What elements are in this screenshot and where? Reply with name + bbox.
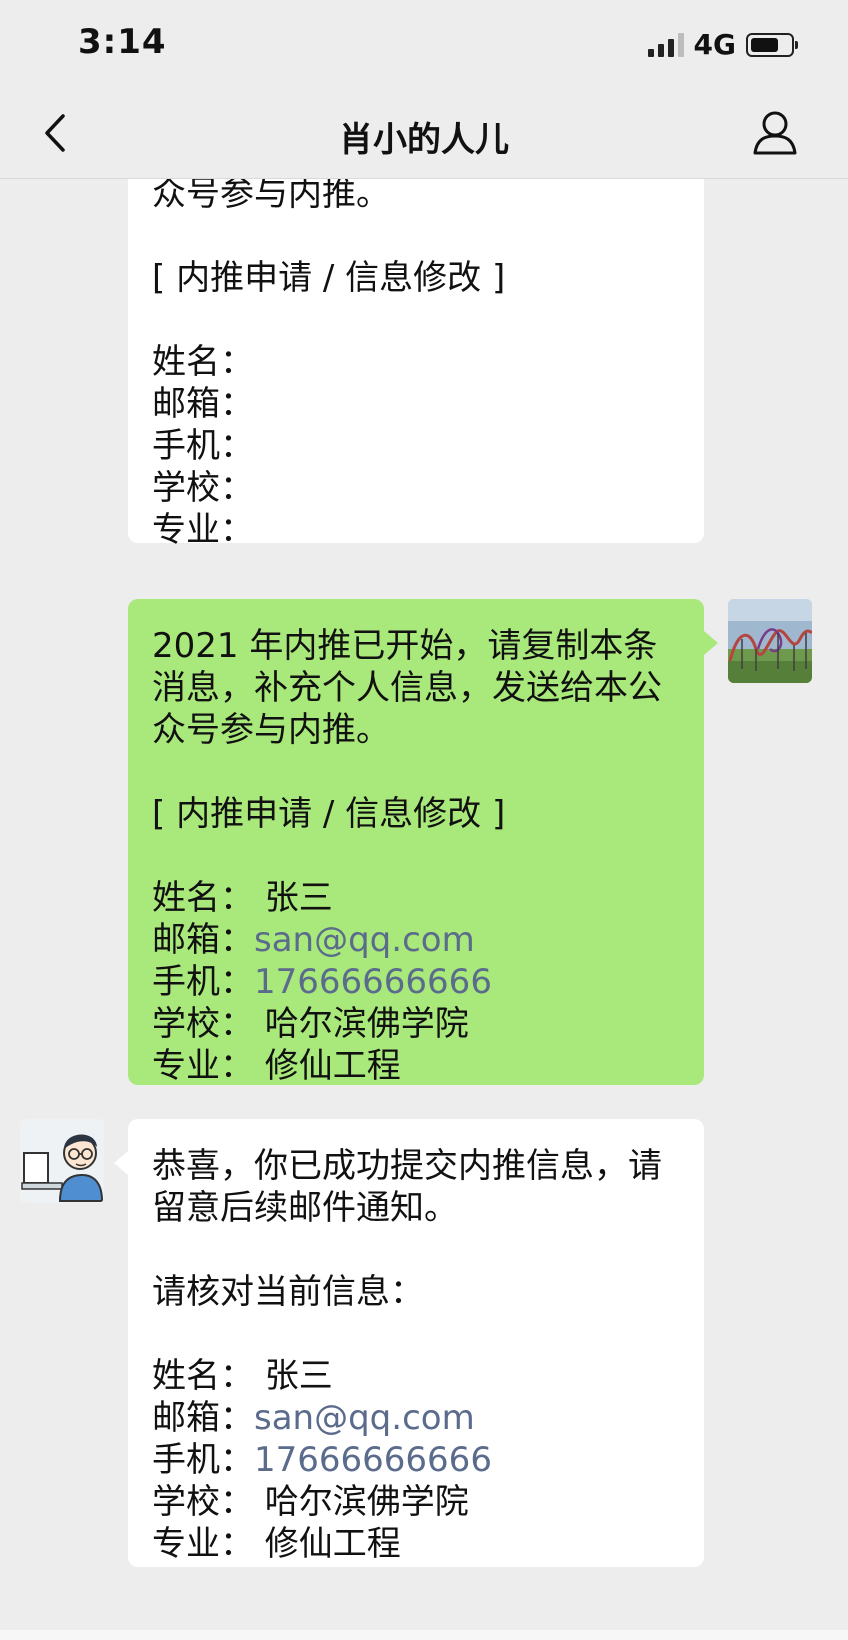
message-line: [ 内推申请 / 信息修改 ] bbox=[152, 258, 506, 298]
message-line: 学校： 哈尔滨佛学院 bbox=[152, 1004, 469, 1044]
message-line bbox=[152, 1313, 680, 1355]
message-bubble-received[interactable]: 恭喜，你已成功提交内推信息，请 留意后续邮件通知。 请核对当前信息： 姓名： 张… bbox=[114, 1119, 704, 1567]
bottom-edge bbox=[0, 1630, 848, 1640]
official-account-avatar[interactable] bbox=[20, 1119, 104, 1203]
nav-bar: 肖小的人儿 bbox=[0, 88, 848, 179]
battery-icon bbox=[746, 32, 798, 57]
message-line: 2021 年内推已开始，请复制本条 bbox=[152, 626, 658, 666]
field-label: 手机： bbox=[152, 962, 254, 1002]
message-line: 众号参与内推。 bbox=[152, 179, 390, 214]
message-line: 请核对当前信息： bbox=[152, 1272, 424, 1312]
message-line: 专业： 修仙工程 bbox=[152, 1046, 401, 1086]
message-line: [ 内推申请 / 信息修改 ] bbox=[152, 794, 506, 834]
cartoon-person-icon bbox=[20, 1119, 104, 1203]
status-bar: 3:14 4G bbox=[0, 0, 848, 88]
message-line: 邮箱：san@qq.com bbox=[152, 1397, 680, 1439]
message-line: 学校： 哈尔滨佛学院 bbox=[152, 1482, 469, 1522]
user-avatar[interactable] bbox=[728, 599, 812, 683]
message-line: 留意后续邮件通知。 bbox=[152, 1188, 458, 1228]
status-indicators: 4G bbox=[647, 28, 798, 61]
network-label: 4G bbox=[693, 28, 736, 61]
message-bubble-sent[interactable]: 2021 年内推已开始，请复制本条 消息，补充个人信息，发送给本公 众号参与内推… bbox=[128, 599, 718, 1086]
message-line: 姓名： 张三 bbox=[152, 1356, 333, 1396]
phone-link[interactable]: 17666666666 bbox=[254, 962, 492, 1002]
message-bubble-received[interactable]: 众号参与内推。 [ 内推申请 / 信息修改 ] 姓名： 邮箱： 手机： 学校： … bbox=[128, 179, 704, 550]
message-line: 消息，补充个人信息，发送给本公 bbox=[152, 668, 662, 708]
email-link[interactable]: san@qq.com bbox=[254, 920, 475, 960]
chat-area[interactable]: 众号参与内推。 [ 内推申请 / 信息修改 ] 姓名： 邮箱： 手机： 学校： … bbox=[0, 179, 848, 1640]
status-time: 3:14 bbox=[78, 22, 167, 62]
bubble-tail bbox=[114, 1151, 128, 1175]
message-line: 手机：17666666666 bbox=[152, 1439, 680, 1481]
message-line bbox=[152, 215, 680, 257]
message-line bbox=[152, 835, 680, 877]
field-label: 邮箱： bbox=[152, 920, 254, 960]
message-line: 姓名： bbox=[152, 342, 254, 382]
message-line bbox=[152, 1229, 680, 1271]
roller-coaster-icon bbox=[728, 599, 812, 683]
message-line bbox=[152, 751, 680, 793]
message-line: 专业： 修仙工程 bbox=[152, 1524, 401, 1564]
email-link[interactable]: san@qq.com bbox=[254, 1398, 475, 1438]
profile-button[interactable] bbox=[750, 108, 800, 158]
message-line: 众号参与内推。 bbox=[152, 710, 390, 750]
message-line: 手机：17666666666 bbox=[152, 961, 680, 1003]
message-line: 学校： bbox=[152, 468, 254, 508]
chat-title: 肖小的人儿 bbox=[339, 120, 509, 160]
signal-icon bbox=[647, 32, 684, 57]
message-line: 专业： bbox=[152, 510, 254, 550]
message-line: 姓名： 张三 bbox=[152, 878, 333, 918]
message-line: 手机： bbox=[152, 426, 254, 466]
message-line: 邮箱：san@qq.com bbox=[152, 919, 680, 961]
message-line: 恭喜，你已成功提交内推信息，请 bbox=[152, 1146, 662, 1186]
message-line bbox=[152, 299, 680, 341]
message-line: 邮箱： bbox=[152, 384, 254, 424]
phone-link[interactable]: 17666666666 bbox=[254, 1440, 492, 1480]
field-label: 邮箱： bbox=[152, 1398, 254, 1438]
person-icon bbox=[753, 111, 797, 155]
field-label: 手机： bbox=[152, 1440, 254, 1480]
bubble-tail bbox=[704, 631, 718, 655]
